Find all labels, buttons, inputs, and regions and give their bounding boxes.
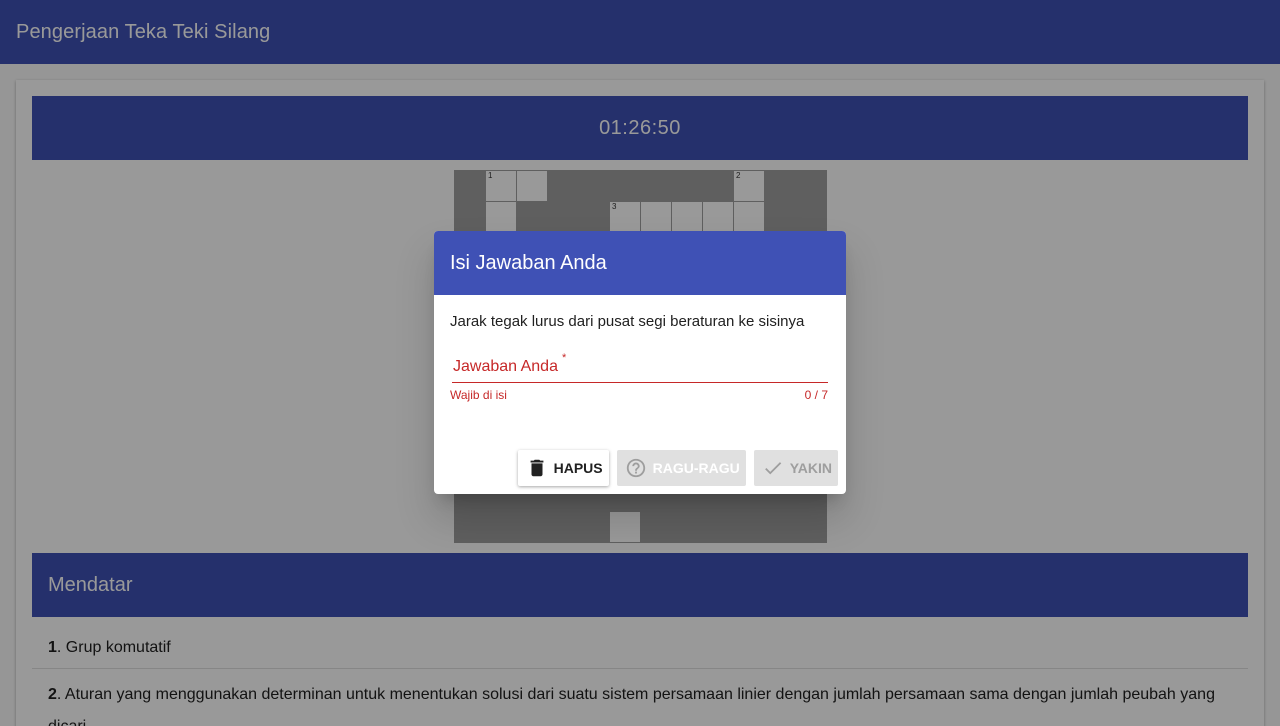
trash-icon — [530, 459, 544, 477]
question-text: Jarak tegak lurus dari pusat segi beratu… — [450, 313, 805, 330]
answer-input[interactable] — [452, 354, 828, 383]
char-counter: 0 / 7 — [804, 388, 828, 402]
dialog-title: Isi Jawaban Anda — [450, 251, 607, 274]
doubt-button[interactable]: RAGU-RAGU — [616, 450, 746, 486]
dialog-actions: HAPUS RAGU-RAGU YAKIN — [517, 450, 838, 486]
error-message: Wajib di isi — [450, 388, 507, 402]
delete-button[interactable]: HAPUS — [517, 450, 609, 486]
answer-dialog: Isi Jawaban Anda Jarak tegak lurus dari … — [434, 231, 846, 494]
help-circle-icon — [626, 458, 645, 478]
check-icon — [764, 462, 781, 475]
sure-button[interactable]: YAKIN — [753, 450, 838, 486]
delete-label: HAPUS — [553, 460, 603, 476]
sure-label: YAKIN — [789, 460, 832, 476]
dialog-header: Isi Jawaban Anda — [434, 231, 846, 295]
answer-field: * — [452, 352, 828, 383]
required-mark: * — [562, 352, 567, 364]
doubt-label: RAGU-RAGU — [652, 460, 740, 476]
dialog-body: Jarak tegak lurus dari pusat segi beratu… — [434, 295, 846, 402]
field-hints: Wajib di isi 0 / 7 — [450, 388, 830, 402]
